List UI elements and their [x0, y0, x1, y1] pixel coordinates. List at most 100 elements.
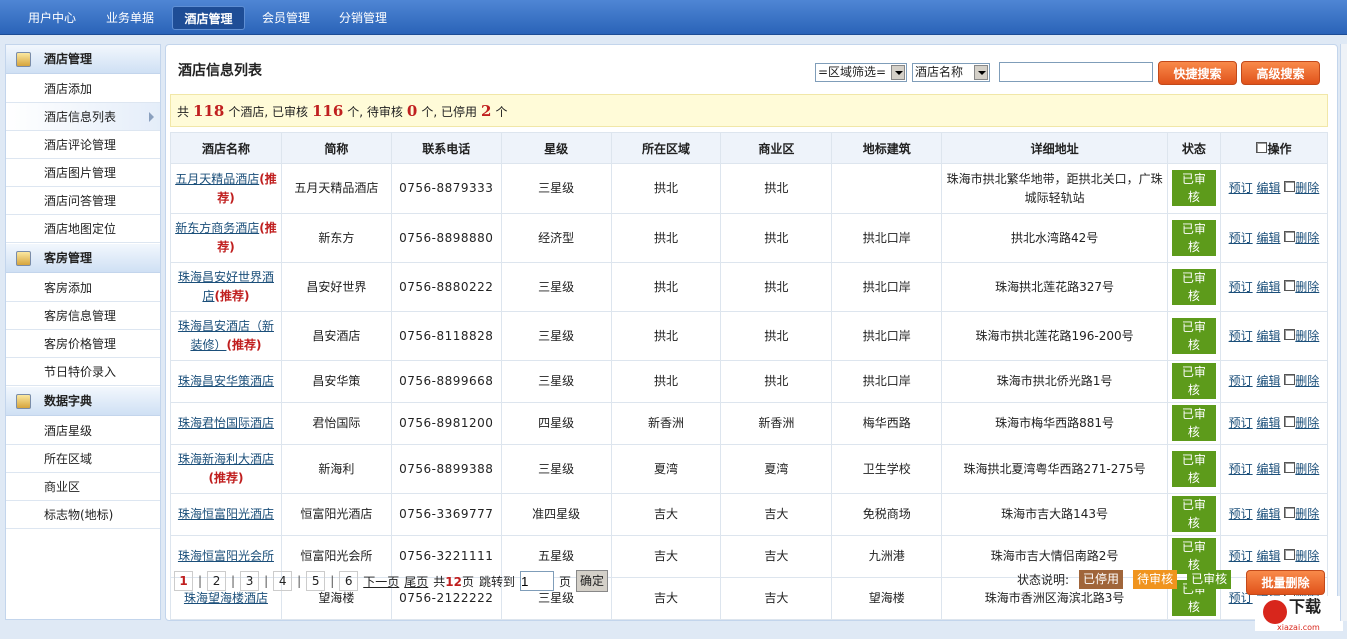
delete-link[interactable]: 删除: [1295, 462, 1319, 476]
sidebar-item[interactable]: 商业区: [6, 473, 160, 501]
nav-tab[interactable]: 酒店管理: [172, 6, 245, 30]
delete-link[interactable]: 删除: [1295, 280, 1319, 294]
status-cell: 已审核: [1166, 262, 1221, 312]
book-link[interactable]: 预订: [1229, 231, 1253, 245]
delete-link[interactable]: 删除: [1295, 231, 1319, 245]
phone-cell: 0756-8879333: [390, 163, 502, 214]
sidebar-item[interactable]: 客房添加: [6, 274, 160, 302]
jump-page-input[interactable]: [520, 571, 555, 591]
column-header: 星级: [500, 132, 612, 164]
delete-link[interactable]: 删除: [1295, 549, 1319, 563]
phone-cell: 0756-8899668: [390, 360, 502, 403]
book-link[interactable]: 预订: [1229, 280, 1253, 294]
advanced-search-button[interactable]: 高级搜索: [1241, 61, 1320, 85]
last-page-link[interactable]: 尾页: [404, 573, 428, 590]
jump-confirm-button[interactable]: 确定: [576, 570, 609, 592]
row-checkbox[interactable]: [1284, 549, 1296, 560]
top-nav: 用户中心 业务单据 酒店管理 会员管理 分销管理: [0, 0, 1347, 35]
hotel-name-link[interactable]: 珠海昌安华策酒店: [178, 374, 274, 388]
column-header-label: 状态: [1181, 141, 1206, 156]
edit-link[interactable]: 编辑: [1256, 549, 1280, 563]
nav-tab[interactable]: 用户中心: [14, 6, 90, 30]
sidebar-item[interactable]: 酒店信息列表: [6, 103, 160, 131]
edit-link[interactable]: 编辑: [1256, 231, 1280, 245]
row-checkbox[interactable]: [1284, 279, 1296, 291]
row-checkbox[interactable]: [1284, 416, 1296, 427]
delete-link[interactable]: 删除: [1295, 374, 1319, 388]
edit-link[interactable]: 编辑: [1256, 374, 1280, 388]
row-checkbox[interactable]: [1284, 230, 1296, 242]
sidebar-item[interactable]: 酒店评论管理: [6, 131, 160, 159]
page-button[interactable]: 3: [240, 571, 260, 591]
edit-link[interactable]: 编辑: [1256, 507, 1280, 521]
hotel-name-link[interactable]: 珠海新海利大酒店: [178, 452, 274, 466]
sidebar-item[interactable]: 酒店星级: [6, 417, 160, 445]
search-field-select[interactable]: 酒店名称: [912, 63, 990, 82]
status-cell: 已审核: [1166, 213, 1221, 263]
sidebar-item[interactable]: 客房价格管理: [6, 330, 160, 358]
book-link[interactable]: 预订: [1229, 549, 1253, 563]
scrollbar[interactable]: [1340, 44, 1347, 621]
hotel-name-link[interactable]: 珠海望海楼酒店: [184, 591, 268, 605]
region-cell: 吉大: [610, 493, 722, 536]
batch-delete-button[interactable]: 批量删除: [1246, 570, 1325, 595]
address-cell: 珠海市拱北莲花路196-200号: [941, 311, 1168, 361]
row-checkbox[interactable]: [1284, 461, 1296, 473]
row-checkbox[interactable]: [1284, 507, 1296, 518]
edit-link[interactable]: 编辑: [1256, 416, 1280, 430]
page-button[interactable]: 4: [273, 571, 293, 591]
book-link[interactable]: 预订: [1229, 416, 1253, 430]
search-input[interactable]: [999, 62, 1153, 82]
sidebar-item[interactable]: 酒店图片管理: [6, 159, 160, 187]
book-link[interactable]: 预订: [1229, 374, 1253, 388]
sidebar-item-label: 商业区: [44, 480, 81, 494]
page-button[interactable]: 5: [306, 571, 326, 591]
delete-link[interactable]: 删除: [1295, 416, 1319, 430]
sidebar-group-header[interactable]: 数据字典: [6, 387, 160, 416]
select-all-checkbox[interactable]: [1256, 141, 1268, 153]
nav-tab[interactable]: 会员管理: [251, 6, 321, 30]
hotel-name-link[interactable]: 五月天精品酒店: [175, 172, 259, 186]
chevron-down-icon: [974, 65, 988, 80]
delete-link[interactable]: 删除: [1295, 507, 1319, 521]
sidebar-item[interactable]: 客房信息管理: [6, 302, 160, 330]
region-filter-select[interactable]: =区域筛选=: [815, 63, 907, 82]
hotel-name-link[interactable]: 珠海君怡国际酒店: [178, 416, 274, 430]
page-button[interactable]: 1: [174, 571, 193, 591]
sidebar-item[interactable]: 标志物(地标): [6, 501, 160, 529]
edit-link[interactable]: 编辑: [1256, 462, 1280, 476]
delete-link[interactable]: 删除: [1295, 181, 1319, 195]
hotel-name-link[interactable]: 新东方商务酒店: [175, 221, 259, 235]
page-button[interactable]: 6: [339, 571, 359, 591]
hotel-name-link[interactable]: 珠海恒富阳光酒店: [178, 507, 274, 521]
sidebar-item[interactable]: 酒店添加: [6, 75, 160, 103]
region-filter-value: =区域筛选=: [818, 65, 887, 79]
phone-cell: 0756-8118828: [390, 311, 502, 361]
sidebar-group-header[interactable]: 酒店管理: [6, 45, 160, 74]
edit-link[interactable]: 编辑: [1256, 329, 1280, 343]
row-checkbox[interactable]: [1284, 328, 1296, 340]
sidebar-item[interactable]: 酒店地图定位: [6, 215, 160, 243]
nav-tab[interactable]: 业务单据: [92, 6, 168, 30]
delete-link[interactable]: 删除: [1295, 329, 1319, 343]
sidebar-item[interactable]: 节日特价录入: [6, 358, 160, 386]
table-row: 新东方商务酒店(推荐) 新东方 0756-8898880 经济型 拱北 拱北 拱北口岸 拱北水…: [170, 213, 1329, 263]
row-checkbox[interactable]: [1284, 181, 1296, 192]
book-link[interactable]: 预订: [1229, 507, 1253, 521]
row-checkbox[interactable]: [1284, 374, 1296, 385]
edit-link[interactable]: 编辑: [1256, 280, 1280, 294]
quick-search-button[interactable]: 快捷搜索: [1158, 61, 1237, 85]
edit-link[interactable]: 编辑: [1256, 181, 1280, 195]
sidebar-item[interactable]: 所在区域: [6, 445, 160, 473]
sidebar-group-header[interactable]: 客房管理: [6, 244, 160, 273]
nav-tab[interactable]: 分销管理: [328, 6, 398, 30]
status-cell: 已审核: [1166, 163, 1221, 214]
sidebar-item[interactable]: 酒店问答管理: [6, 187, 160, 215]
next-page-link[interactable]: 下一页: [363, 573, 399, 590]
hotel-name-link[interactable]: 珠海恒富阳光会所: [178, 549, 274, 563]
book-link[interactable]: 预订: [1229, 329, 1253, 343]
book-link[interactable]: 预订: [1229, 462, 1253, 476]
page-button[interactable]: 2: [207, 571, 227, 591]
book-link[interactable]: 预订: [1229, 181, 1253, 195]
total-pages-value: 12: [445, 574, 462, 589]
